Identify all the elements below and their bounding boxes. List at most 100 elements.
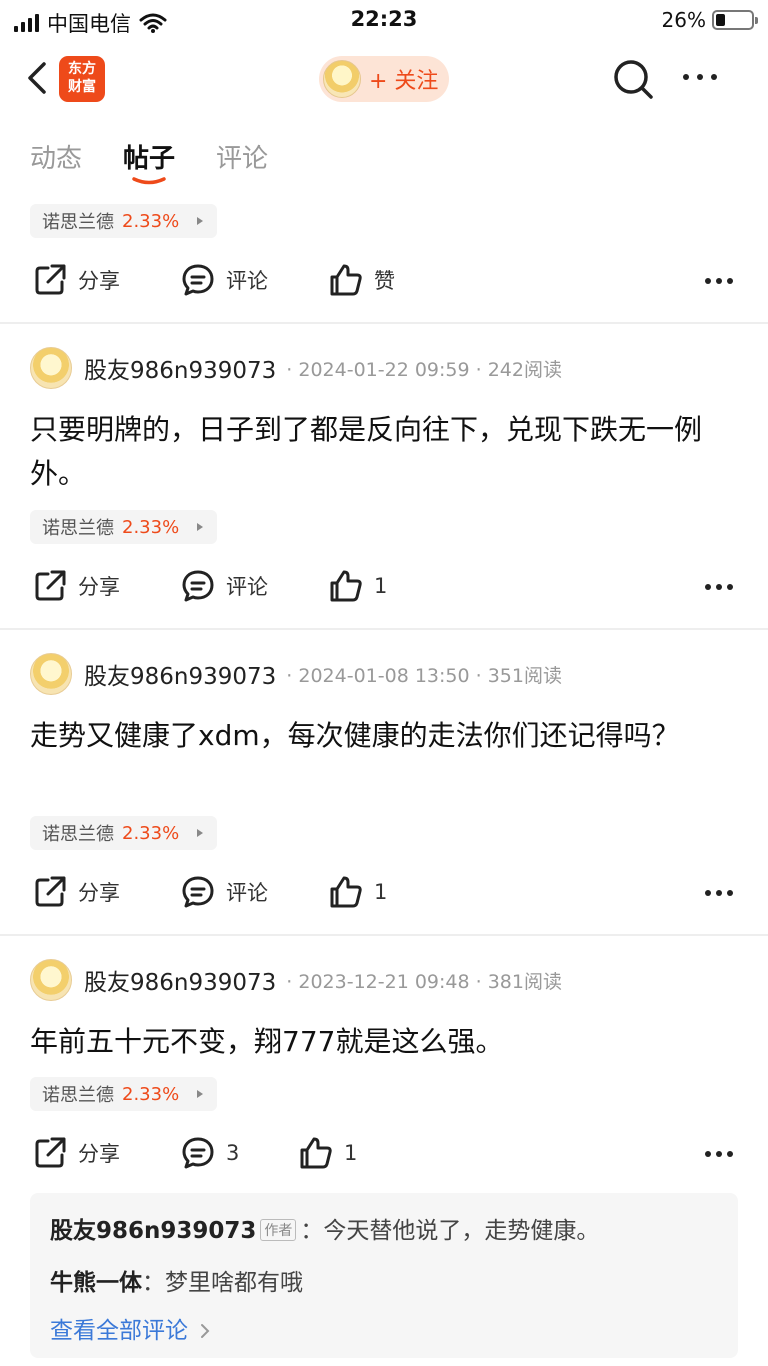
app-logo[interactable]: 东方 财富 (59, 56, 105, 102)
like-button[interactable]: 1 (328, 874, 387, 910)
share-label: 分享 (78, 269, 120, 293)
avatar[interactable] (30, 347, 72, 389)
post-header: 股友986n939073 · 2024-01-22 09:59 · 242阅读 (30, 346, 562, 390)
author-tag: 作者 (260, 1219, 297, 1241)
stock-chip[interactable]: 诺思兰德 2.33% (30, 510, 218, 544)
chip-arrow-icon (197, 217, 204, 225)
chevron-right-icon (201, 1324, 210, 1338)
comment-button[interactable]: 评论 (180, 262, 268, 298)
post-header: 股友986n939073 · 2024-01-08 13:50 · 351阅读 (30, 652, 562, 696)
avatar (323, 60, 361, 98)
comment-icon (182, 570, 214, 602)
thumbs-up-icon (330, 876, 362, 908)
comment-label: 评论 (226, 575, 268, 599)
stock-chip[interactable]: 诺思兰德 2.33% (30, 816, 218, 850)
logo-line2: 财富 (68, 79, 96, 95)
like-count: 1 (374, 574, 388, 598)
post-date: 2024-01-22 09:59 (298, 358, 470, 381)
comment-label: 评论 (226, 881, 268, 905)
comment-user[interactable]: 股友986n939073 (50, 1218, 256, 1244)
comment-button[interactable]: 评论 (180, 568, 268, 604)
comment-user[interactable]: 牛熊一体 (50, 1270, 142, 1296)
view-all-label: 查看全部评论 (50, 1318, 188, 1344)
more-icon[interactable] (704, 1149, 734, 1159)
share-button[interactable]: 分享 (32, 874, 120, 910)
post-content[interactable]: 走势又健康了xdm，每次健康的走法你们还记得吗？ (30, 714, 740, 758)
post-reads: 381阅读 (487, 970, 562, 993)
post-meta: · 2024-01-08 13:50 · 351阅读 (286, 664, 562, 687)
divider (0, 628, 768, 630)
stock-chip[interactable]: 诺思兰德 2.33% (30, 1077, 218, 1111)
comment-text: 今天替他说了，走势健康。 (323, 1218, 600, 1244)
share-button[interactable]: 分享 (32, 568, 120, 604)
stock-change: 2.33% (122, 516, 180, 538)
like-label: 赞 (374, 269, 395, 293)
post-header: 股友986n939073 · 2023-12-21 09:48 · 381阅读 (30, 958, 562, 1002)
avatar[interactable] (30, 653, 72, 695)
share-icon (35, 1137, 66, 1168)
more-icon[interactable] (680, 62, 720, 92)
chip-arrow-icon (197, 829, 204, 837)
stock-name: 诺思兰德 (42, 518, 114, 539)
post-content[interactable]: 年前五十元不变，翔777就是这么强。 (30, 1020, 740, 1064)
comment-button[interactable]: 3 (180, 1135, 239, 1171)
like-count: 1 (374, 880, 388, 904)
nav-bar: 东方 财富 + 关注 (0, 44, 768, 114)
post-date: 2023-12-21 09:48 (298, 970, 470, 993)
share-button[interactable]: 分享 (32, 262, 120, 298)
comment-text: 梦里啥都有哦 (165, 1270, 303, 1296)
back-arrow-icon[interactable] (20, 58, 54, 98)
post-actions: 分享 评论 1 (0, 874, 768, 914)
tab-dynamic[interactable]: 动态 (30, 138, 82, 175)
post-content[interactable]: 只要明牌的，日子到了都是反向往下，兑现下跌无一例外。 (30, 408, 740, 496)
comment-count: 3 (226, 1141, 240, 1165)
username[interactable]: 股友986n939073 (84, 963, 276, 997)
post-reads: 242阅读 (487, 358, 562, 381)
comment-button[interactable]: 评论 (180, 874, 268, 910)
battery-icon (712, 10, 758, 30)
status-bar: 中国电信 22:23 26% (0, 0, 768, 40)
like-button[interactable]: 赞 (328, 262, 395, 298)
like-button[interactable]: 1 (328, 568, 387, 604)
tab-posts[interactable]: 帖子 (123, 138, 175, 175)
comment-preview[interactable]: 股友986n939073 作者 ：今天替他说了，走势健康。 牛熊一体：梦里啥都有哦 … (30, 1193, 738, 1358)
tab-comments[interactable]: 评论 (216, 138, 268, 175)
comment-icon (182, 264, 214, 296)
more-icon[interactable] (704, 582, 734, 592)
more-icon[interactable] (704, 888, 734, 898)
like-button[interactable]: 1 (298, 1135, 357, 1171)
chip-arrow-icon (197, 1090, 204, 1098)
follow-button[interactable]: + 关注 (319, 56, 449, 102)
stock-change: 2.33% (122, 822, 180, 844)
status-time: 22:23 (350, 7, 418, 31)
stock-chip[interactable]: 诺思兰德 2.33% (30, 204, 218, 238)
more-icon[interactable] (704, 276, 734, 286)
thumbs-up-icon (330, 264, 362, 296)
comment-item[interactable]: 牛熊一体：梦里啥都有哦 (50, 1263, 303, 1297)
share-icon (35, 876, 66, 907)
view-all-comments-link[interactable]: 查看全部评论 (50, 1311, 211, 1345)
comment-label: 评论 (226, 269, 268, 293)
username[interactable]: 股友986n939073 (84, 351, 276, 385)
tab-bar: 动态 帖子 评论 (0, 126, 768, 192)
logo-line1: 东方 (68, 61, 96, 77)
post-meta: · 2023-12-21 09:48 · 381阅读 (286, 970, 562, 993)
post-actions: 分享 评论 1 (0, 568, 768, 608)
divider (0, 322, 768, 324)
comment-icon (182, 1137, 214, 1169)
battery-percent: 26% (661, 8, 706, 32)
post-reads: 351阅读 (487, 664, 562, 687)
stock-name: 诺思兰德 (42, 212, 114, 233)
stock-change: 2.33% (122, 210, 180, 232)
avatar[interactable] (30, 959, 72, 1001)
post-actions: 分享 3 1 (0, 1135, 768, 1175)
chip-arrow-icon (197, 523, 204, 531)
tab-active-indicator (132, 177, 166, 185)
comment-item[interactable]: 股友986n939073 作者 ：今天替他说了，走势健康。 (50, 1211, 599, 1245)
share-button[interactable]: 分享 (32, 1135, 120, 1171)
share-label: 分享 (78, 575, 120, 599)
follow-label: + 关注 (369, 69, 439, 94)
share-icon (35, 570, 66, 601)
username[interactable]: 股友986n939073 (84, 657, 276, 691)
search-icon[interactable] (612, 58, 654, 100)
